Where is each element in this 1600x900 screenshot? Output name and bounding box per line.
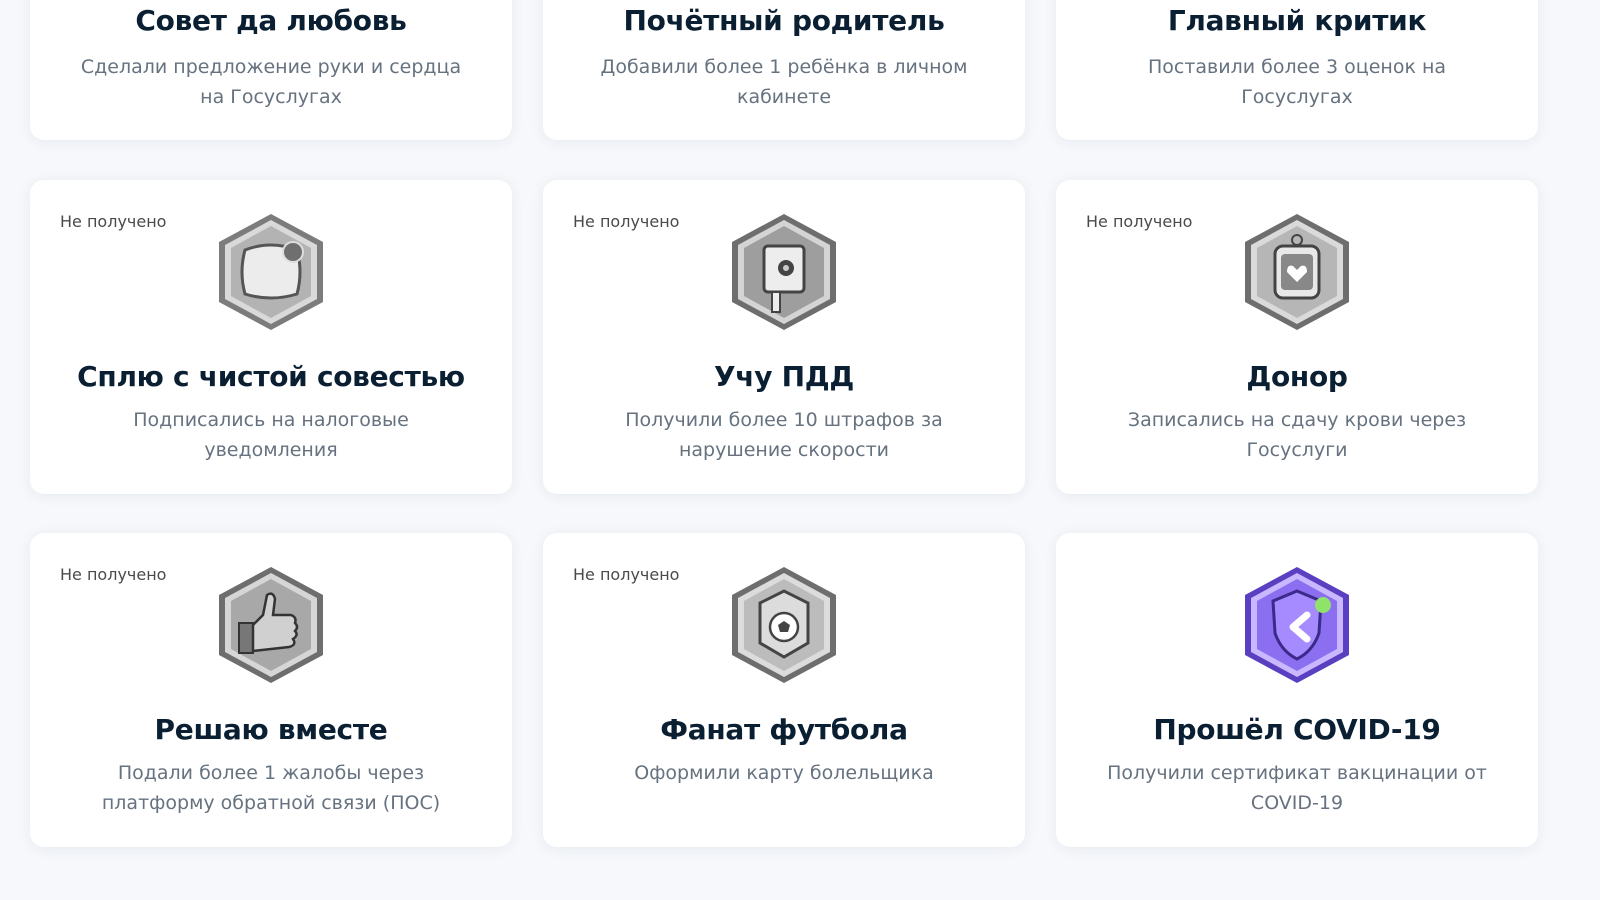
achievement-title: Совет да любовь	[135, 4, 407, 37]
achievement-description: Поставили более 3 оценок на Госуслугах	[1147, 56, 1447, 108]
status-label: Не получено	[60, 212, 167, 231]
achievement-description: Подали более 1 жалобы через платформу об…	[101, 762, 441, 814]
status-label: Не получено	[573, 565, 680, 584]
achievement-card[interactable]: Не получено Сплю с чистой совестью Подпи…	[30, 180, 512, 494]
achievement-card[interactable]: Не получено Учу ПДД Получили более 10 шт…	[543, 180, 1025, 494]
achievement-description: Получили более 10 штрафов за нарушение с…	[625, 409, 943, 461]
status-label: Не получено	[573, 212, 680, 231]
achievement-card[interactable]: Не получено Донор Записались на сдачу кр…	[1056, 180, 1538, 494]
traffic-camera-icon	[724, 210, 844, 334]
achievement-card[interactable]: Почётный родитель Добавили более 1 ребён…	[543, 0, 1025, 140]
pillow-icon	[211, 210, 331, 334]
thumbs-up-icon	[211, 563, 331, 687]
achievement-title: Сплю с чистой совестью	[77, 360, 465, 393]
achievement-description: Добавили более 1 ребёнка в личном кабине…	[600, 56, 968, 108]
achievement-card[interactable]: Прошёл COVID-19 Получили сертификат вакц…	[1056, 533, 1538, 847]
football-icon	[724, 563, 844, 687]
achievement-title: Почётный родитель	[623, 4, 945, 37]
achievement-title: Фанат футбола	[660, 713, 908, 746]
achievement-title: Донор	[1246, 360, 1348, 393]
achievement-description: Записались на сдачу крови через Госуслуг…	[1127, 409, 1467, 461]
status-label: Не получено	[1086, 212, 1193, 231]
blood-bag-icon	[1237, 210, 1357, 334]
achievement-title: Решаю вместе	[154, 713, 388, 746]
achievement-title: Прошёл COVID-19	[1153, 713, 1441, 746]
achievement-description: Оформили карту болельщика	[634, 762, 934, 784]
achievement-card[interactable]: Не получено Фанат футбола Оформили карту…	[543, 533, 1025, 847]
achievement-title: Учу ПДД	[713, 360, 855, 393]
achievement-description: Получили сертификат вакцинации от COVID-…	[1107, 762, 1487, 814]
achievement-card[interactable]: Не получено Решаю вместе Подали более 1 …	[30, 533, 512, 847]
achievement-card[interactable]: Главный критик Поставили более 3 оценок …	[1056, 0, 1538, 140]
achievement-title: Главный критик	[1167, 4, 1427, 37]
status-label: Не получено	[60, 565, 167, 584]
achievement-card[interactable]: Совет да любовь Сделали предложение руки…	[30, 0, 512, 140]
achievement-description: Сделали предложение руки и сердца на Гос…	[80, 56, 462, 108]
shield-icon	[1237, 563, 1357, 687]
achievement-description: Подписались на налоговые уведомления	[133, 409, 409, 461]
